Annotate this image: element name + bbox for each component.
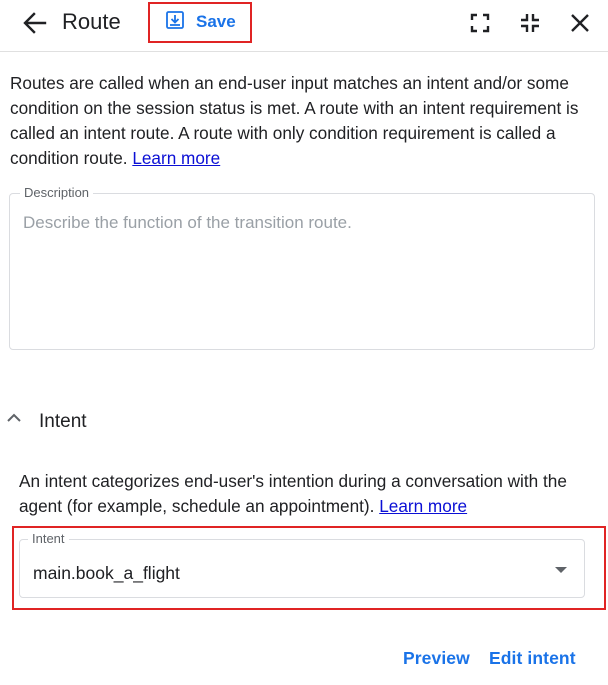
fullscreen-icon	[468, 13, 492, 39]
preview-button[interactable]: Preview	[403, 648, 470, 669]
page-title: Route	[62, 9, 121, 34]
intent-description-text: An intent categorizes end-user's intenti…	[19, 469, 594, 519]
collapse-button[interactable]	[518, 11, 542, 35]
intent-select[interactable]: Intent main.book_a_flight	[19, 531, 585, 598]
intent-section-heading[interactable]: Intent	[39, 411, 87, 433]
fullscreen-button[interactable]	[468, 11, 492, 35]
description-label: Description	[20, 185, 94, 200]
intent-select-label: Intent	[28, 531, 69, 546]
intro-text: Routes are called when an end-user input…	[10, 73, 579, 168]
edit-intent-button[interactable]: Edit intent	[489, 648, 576, 669]
dropdown-arrow-icon	[555, 567, 567, 573]
save-button[interactable]: Save	[164, 8, 236, 36]
chevron-up-icon	[5, 413, 23, 431]
intent-collapse-toggle[interactable]	[5, 409, 23, 427]
fullscreen-exit-icon	[518, 14, 542, 39]
panel-header: Route Save	[0, 0, 608, 52]
learn-more-link[interactable]: Learn more	[132, 148, 220, 168]
save-label: Save	[196, 12, 236, 31]
description-placeholder: Describe the function of the transition …	[23, 213, 352, 232]
intent-select-value: main.book_a_flight	[33, 563, 180, 583]
intent-text: An intent categorizes end-user's intenti…	[19, 471, 567, 516]
close-button[interactable]	[568, 11, 592, 35]
save-icon	[164, 9, 186, 36]
close-icon	[568, 14, 592, 39]
intent-learn-more-link[interactable]: Learn more	[379, 496, 467, 516]
arrow-back-icon	[20, 12, 50, 40]
route-intro-text: Routes are called when an end-user input…	[10, 71, 600, 171]
route-panel: Route Save Routes are called when an end…	[0, 0, 608, 685]
back-button[interactable]	[20, 10, 50, 36]
description-field[interactable]: Description Describe the function of the…	[9, 185, 595, 350]
